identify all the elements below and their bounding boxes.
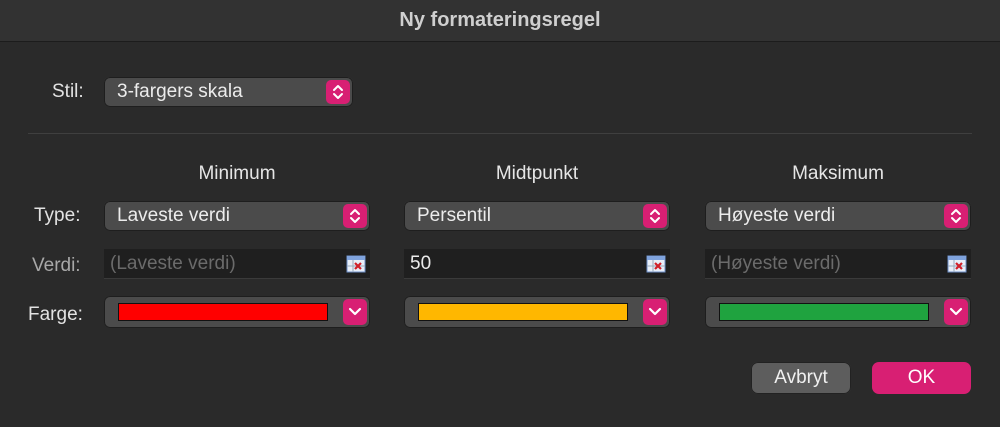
midpoint-color-swatch bbox=[418, 303, 628, 321]
style-value: 3-fargers skala bbox=[117, 81, 243, 102]
cell-reference-picker-icon[interactable] bbox=[646, 255, 666, 273]
maximum-color-swatch bbox=[719, 303, 929, 321]
up-down-chevron-icon bbox=[643, 204, 667, 228]
minimum-color-swatch bbox=[118, 303, 328, 321]
up-down-chevron-icon bbox=[944, 204, 968, 228]
minimum-type-value: Laveste verdi bbox=[117, 205, 231, 226]
up-down-chevron-icon bbox=[326, 80, 350, 104]
title-bar: Ny formateringsregel bbox=[0, 0, 1000, 42]
minimum-color-picker[interactable] bbox=[104, 296, 370, 328]
midpoint-value-field[interactable] bbox=[404, 249, 670, 279]
style-popup[interactable]: 3-fargers skala bbox=[104, 77, 353, 107]
maximum-type-value: Høyeste verdi bbox=[718, 205, 836, 226]
up-down-chevron-icon bbox=[343, 204, 367, 228]
ok-button[interactable]: OK bbox=[872, 362, 971, 394]
maximum-color-picker[interactable] bbox=[705, 296, 971, 328]
minimum-type-popup[interactable]: Laveste verdi bbox=[104, 201, 370, 231]
color-label: Farge: bbox=[28, 304, 83, 325]
chevron-down-icon[interactable] bbox=[643, 299, 667, 325]
chevron-down-icon[interactable] bbox=[944, 299, 968, 325]
midpoint-color-picker[interactable] bbox=[404, 296, 670, 328]
midpoint-type-value: Persentil bbox=[417, 205, 491, 226]
minimum-value-input[interactable] bbox=[110, 249, 330, 279]
minimum-value-field[interactable] bbox=[104, 249, 370, 279]
cancel-button[interactable]: Avbryt bbox=[751, 362, 851, 394]
cell-reference-picker-icon[interactable] bbox=[947, 255, 967, 273]
maximum-value-field[interactable] bbox=[705, 249, 971, 279]
maximum-value-input[interactable] bbox=[711, 249, 931, 279]
chevron-down-icon[interactable] bbox=[343, 299, 367, 325]
maximum-type-popup[interactable]: Høyeste verdi bbox=[705, 201, 971, 231]
divider bbox=[28, 133, 972, 134]
style-label: Stil: bbox=[52, 81, 84, 102]
column-heading-midpoint: Midtpunkt bbox=[495, 163, 579, 184]
value-label: Verdi: bbox=[32, 255, 81, 276]
type-label: Type: bbox=[34, 205, 81, 226]
midpoint-value-input[interactable] bbox=[410, 249, 630, 279]
column-heading-maximum: Maksimum bbox=[792, 163, 884, 184]
column-heading-minimum: Minimum bbox=[198, 163, 276, 184]
cell-reference-picker-icon[interactable] bbox=[346, 255, 366, 273]
midpoint-type-popup[interactable]: Persentil bbox=[404, 201, 670, 231]
window-title: Ny formateringsregel bbox=[399, 9, 601, 31]
